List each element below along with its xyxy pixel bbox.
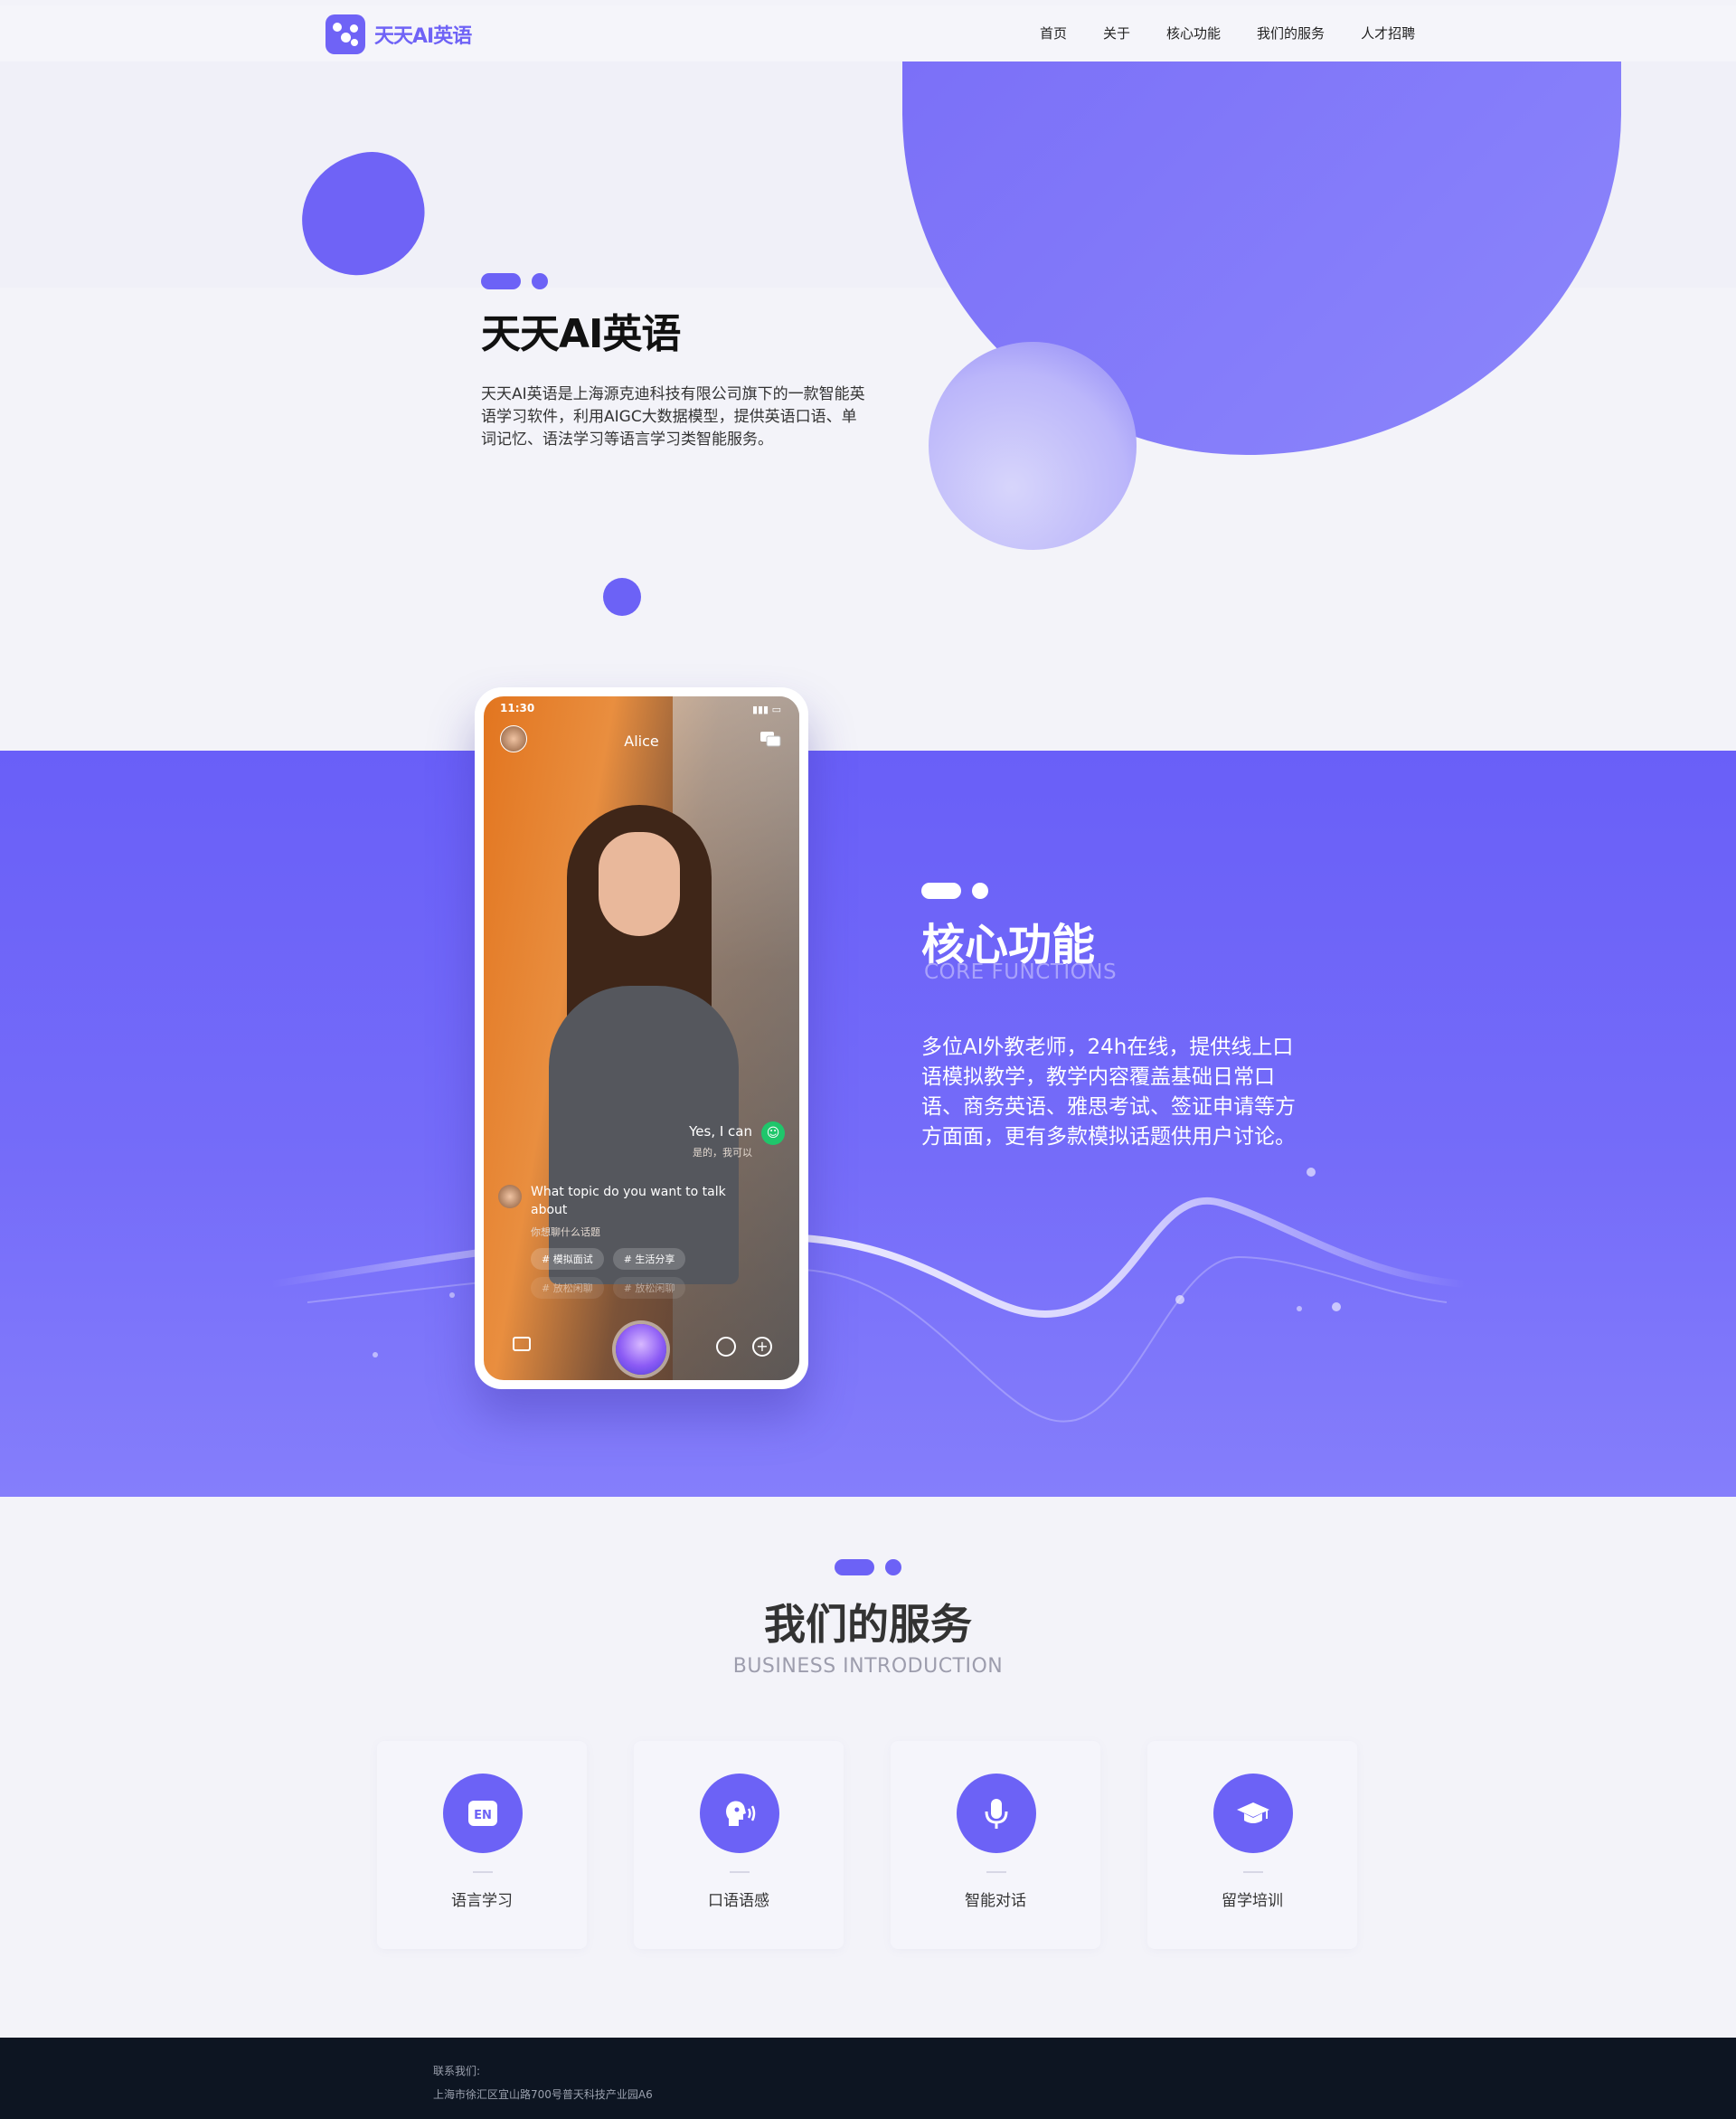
features-subtitle: CORE FUNCTIONS [924,960,1118,984]
logo[interactable]: 天天AI英语 [326,14,472,54]
plus-icon[interactable]: + [752,1337,772,1357]
nav-item-about[interactable]: 关于 [1103,24,1130,43]
topic-tags: # 模拟面试 # 生活分享 # 放松闲聊 # 放松闲聊 [531,1248,748,1299]
question-bubble-cn: 你想聊什么话题 [531,1226,600,1238]
svg-text:EN: EN [474,1809,492,1822]
microphone-icon [957,1774,1036,1853]
question-bubble-en: What topic do you want to talk about [531,1185,726,1217]
reply-bubble-en: Yes, I can [689,1123,752,1140]
nav-item-careers[interactable]: 人才招聘 [1361,24,1415,43]
services-subtitle: BUSINESS INTRODUCTION [732,1655,1004,1678]
footer-address: 上海市徐汇区宜山路700号普天科技产业园A6 [433,2088,653,2101]
decorative-wave [270,1168,1466,1423]
nav-item-core-functions[interactable]: 核心功能 [1166,24,1221,43]
phone-bottom-bar: + [484,1317,799,1380]
services-accent-pills [835,1559,901,1575]
chat-icon[interactable] [760,731,781,749]
logo-text: 天天AI英语 [374,25,472,48]
service-label: 语言学习 [451,1892,513,1910]
header: 天天AI英语 首页 关于 核心功能 我们的服务 人才招聘 [0,5,1736,61]
nav-item-services[interactable]: 我们的服务 [1257,24,1325,43]
tutor-avatar [498,1185,522,1208]
topic-tag[interactable]: # 放松闲聊 [612,1277,686,1299]
status-time: 11:30 [500,702,535,714]
service-card-study-abroad[interactable]: 留学培训 [1147,1741,1357,1949]
phone-screen: 11:30 ▮▮▮ ▭ Alice Yes, I can 是的，我可以 ☺ Wh… [484,696,799,1380]
footer-contact-label: 联系我们: [433,2065,481,2077]
footer: 联系我们: 上海市徐汇区宜山路700号普天科技产业园A6 [0,2038,1736,2119]
decorative-dot [603,578,641,616]
speaking-head-icon [700,1774,779,1853]
hero-description: 天天AI英语是上海源克迪科技有限公司旗下的一款智能英语学习软件，利用AIGC大数… [481,385,865,449]
keyboard-icon[interactable] [513,1337,531,1351]
service-card-dialogue[interactable]: 智能对话 [891,1741,1100,1949]
service-label: 智能对话 [965,1892,1026,1910]
signal-battery-icon: ▮▮▮ ▭ [751,704,781,715]
phone-mockup: 11:30 ▮▮▮ ▭ Alice Yes, I can 是的，我可以 ☺ Wh… [475,687,808,1389]
topic-tag[interactable]: # 生活分享 [612,1248,686,1270]
en-icon: EN [443,1774,523,1853]
hero-accent-pills [481,273,548,289]
service-label: 留学培训 [1222,1892,1283,1910]
decorative-sphere [929,342,1137,550]
service-card-speaking[interactable]: 口语语感 [634,1741,844,1949]
service-card-language[interactable]: EN 语言学习 [377,1741,587,1949]
graduation-cap-icon [1213,1774,1293,1853]
features-description: 多位AI外教老师，24h在线，提供线上口语模拟教学，教学内容覆盖基础日常口语、商… [921,1036,1296,1149]
contact-name: Alice [624,733,659,750]
main-nav: 首页 关于 核心功能 我们的服务 人才招聘 [1040,24,1415,43]
voice-orb-button[interactable] [616,1324,666,1375]
features-section: 核心功能 CORE FUNCTIONS 多位AI外教老师，24h在线，提供线上口… [0,751,1736,1497]
services-title: 我们的服务 [764,1600,972,1649]
service-label: 口语语感 [708,1892,769,1910]
user-avatar-icon: ☺ [761,1121,785,1145]
logo-icon [326,14,365,54]
topic-tag[interactable]: # 模拟面试 [531,1248,604,1270]
topic-tag[interactable]: # 放松闲聊 [531,1277,604,1299]
nav-item-home[interactable]: 首页 [1040,24,1067,43]
service-cards: EN 语言学习 口语语感 智能对话 留学培训 [377,1741,1357,1949]
reply-bubble-cn: 是的，我可以 [693,1147,752,1159]
hero-section: 天天AI英语 天天AI英语是上海源克迪科技有限公司旗下的一款智能英语学习软件，利… [0,61,1736,751]
hero-title: 天天AI英语 [481,311,681,357]
image-icon[interactable] [716,1337,736,1357]
features-accent-pills [921,883,988,899]
